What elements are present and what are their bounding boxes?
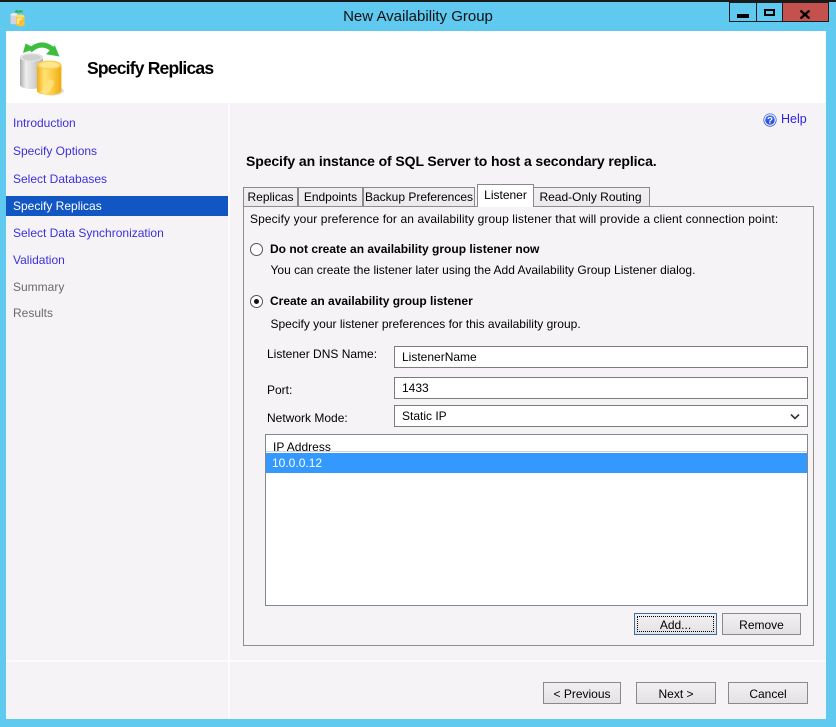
svg-text:?: ? <box>767 116 773 127</box>
